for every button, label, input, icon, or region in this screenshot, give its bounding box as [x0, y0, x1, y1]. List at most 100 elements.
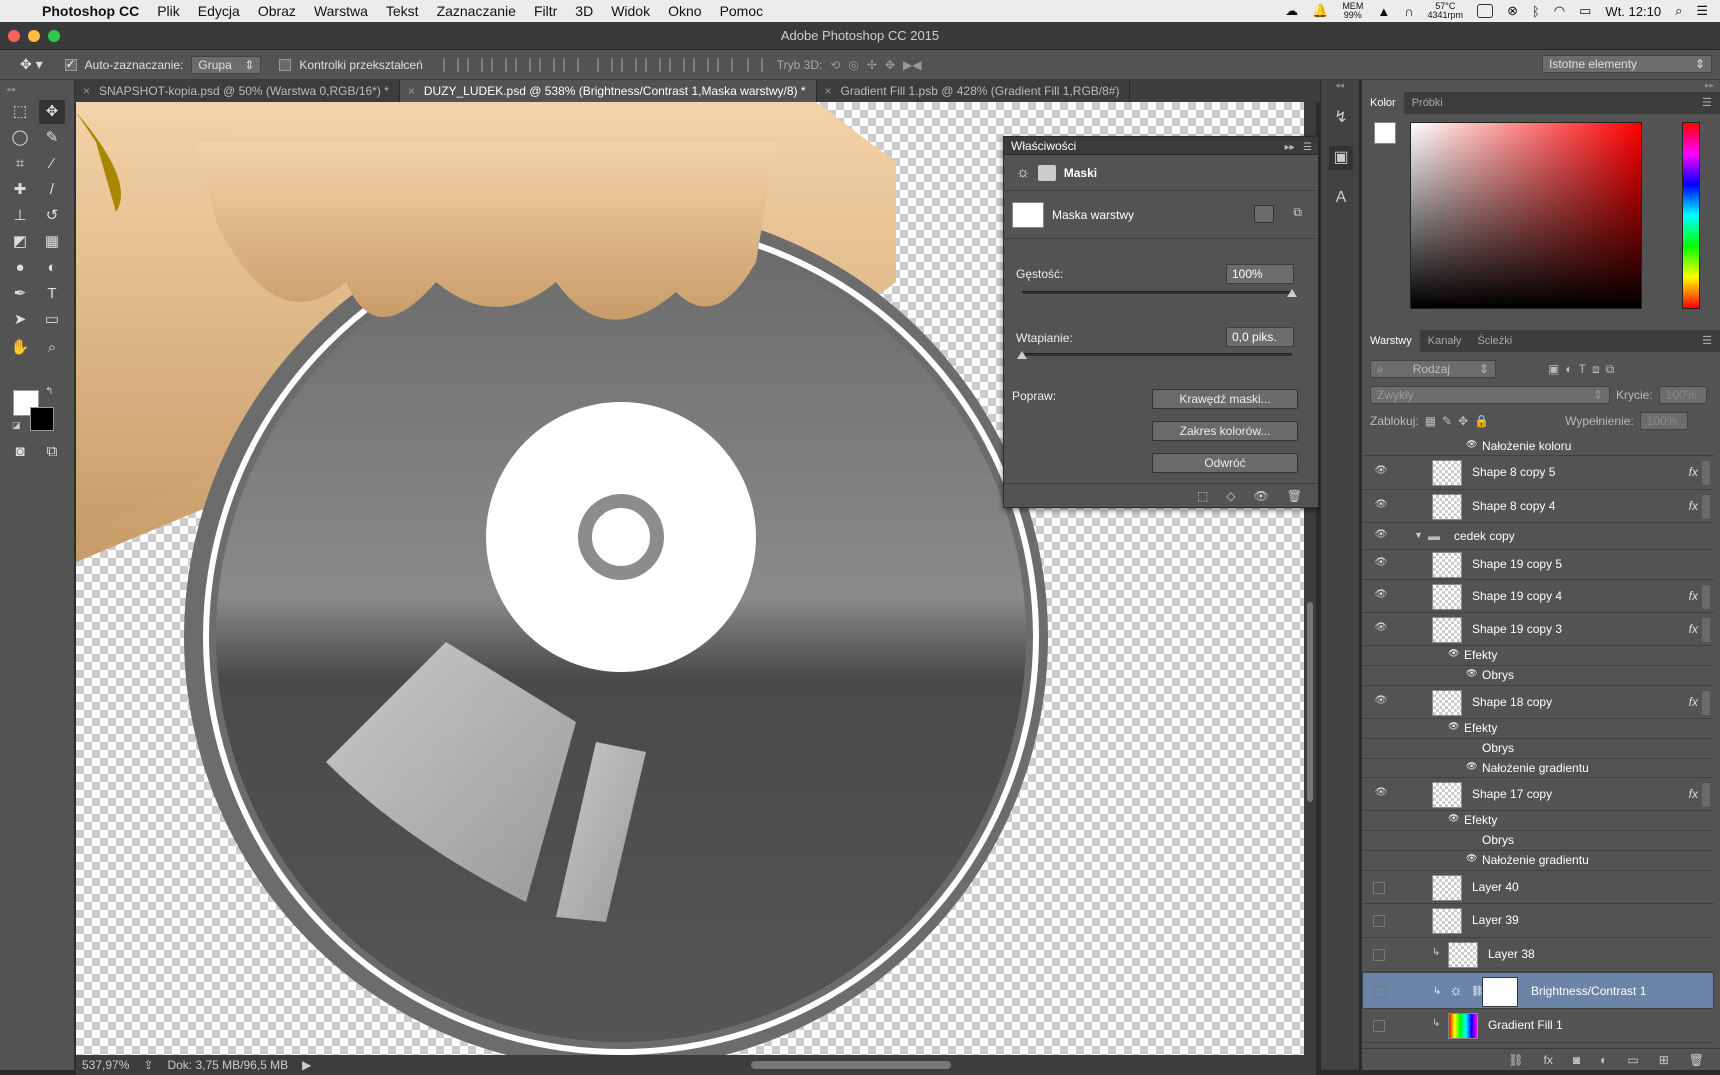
bluetooth-icon[interactable]: ᛒ	[1532, 4, 1540, 19]
history-panel-icon[interactable]: ↯	[1329, 106, 1353, 130]
eraser-tool-icon[interactable]: ◩	[7, 230, 33, 254]
vector-mask-icon[interactable]: ⧉	[1293, 205, 1302, 220]
layer-row[interactable]: 👁 Shape 8 copy 4 fx	[1362, 490, 1714, 523]
mask-icon[interactable]	[1037, 164, 1056, 181]
visibility-eye-icon[interactable]: 👁	[1374, 499, 1388, 510]
layer-row[interactable]: 👁 Shape 19 copy 3 fx	[1362, 613, 1714, 646]
new-group-icon[interactable]: ▭	[1627, 1053, 1638, 1067]
collapse-right-panels-icon[interactable]: ▸▸	[1705, 80, 1714, 91]
layer-effect-row[interactable]: 👁 Efekty	[1362, 646, 1714, 666]
quick-mask-icon[interactable]: ◙	[7, 440, 33, 464]
color-spectrum-field[interactable]	[1410, 122, 1642, 309]
layer-row[interactable]: ↳ ☼ ⛓ Brightness/Contrast 1	[1362, 972, 1714, 1009]
minimize-window-button[interactable]	[28, 30, 40, 42]
eyedropper-tool-icon[interactable]: ⁄	[39, 152, 65, 176]
layer-row[interactable]: ↳ Layer 38	[1362, 938, 1714, 972]
distribute-right-icon[interactable]	[716, 57, 733, 72]
lasso-tool-icon[interactable]: ◯	[7, 126, 33, 150]
time-machine-icon[interactable]: ⊗	[1507, 3, 1518, 19]
expand-effects-toggle[interactable]	[1702, 617, 1710, 642]
expand-effects-toggle[interactable]	[1702, 782, 1710, 807]
layer-row[interactable]: 👁 Shape 19 copy 5	[1362, 550, 1714, 580]
lock-all-icon[interactable]: 🔒	[1474, 414, 1489, 428]
visibility-eye-icon[interactable]: 👁	[1374, 465, 1388, 476]
adjustment-sun-icon[interactable]: ☼	[1016, 164, 1030, 181]
memory-indicator[interactable]: MEM 99%	[1342, 2, 1363, 20]
mask-link-icon[interactable]: ⛓	[1471, 984, 1484, 999]
delete-layer-icon[interactable]: 🗑	[1689, 1053, 1704, 1067]
distribute-vcenter-icon[interactable]	[620, 57, 637, 72]
type-tool-icon[interactable]: T	[39, 282, 65, 306]
expand-effects-toggle[interactable]	[1702, 461, 1710, 485]
fill-input[interactable]: 100%	[1639, 412, 1688, 430]
default-colors-icon[interactable]: ◪	[12, 420, 21, 431]
align-bottom-icon[interactable]	[490, 57, 507, 72]
distribute-bottom-icon[interactable]	[644, 57, 661, 72]
tab-paths[interactable]: Ścieżki	[1469, 330, 1520, 352]
slide-3d-icon[interactable]: ✥	[885, 58, 895, 72]
foreground-color-chip[interactable]	[1374, 122, 1396, 144]
layer-fx-icon[interactable]: fx	[1689, 695, 1698, 709]
menu-type[interactable]: Tekst	[386, 3, 419, 19]
layer-fx-icon[interactable]: fx	[1689, 787, 1698, 801]
clock[interactable]: Wt. 12:10	[1605, 4, 1661, 19]
transform-controls-checkbox[interactable]	[279, 58, 292, 71]
expand-effects-toggle[interactable]	[1702, 584, 1710, 609]
layer-row[interactable]: Layer 39	[1362, 904, 1714, 938]
align-right-icon[interactable]	[562, 57, 579, 72]
battery-icon[interactable]: ▭	[1579, 3, 1591, 19]
visibility-eye-icon[interactable]: 👁	[1374, 622, 1388, 633]
layer-fx-icon[interactable]: fx	[1689, 589, 1698, 603]
lock-position-icon[interactable]: ✥	[1458, 414, 1468, 428]
tab-swatches[interactable]: Próbki	[1404, 92, 1451, 114]
add-mask-icon[interactable]: ◙	[1573, 1053, 1580, 1067]
load-selection-icon[interactable]: ⬚	[1197, 489, 1208, 503]
new-adjustment-icon[interactable]: ◐	[1600, 1053, 1607, 1067]
move-tool-icon[interactable]: ✥	[39, 100, 65, 124]
toggle-mask-visibility-icon[interactable]: 👁	[1254, 489, 1269, 503]
effect-eye-icon[interactable]: 👁	[1466, 439, 1477, 450]
lock-pixels-icon[interactable]: ✎	[1442, 414, 1452, 428]
distribute-hcenter-icon[interactable]	[692, 57, 709, 72]
visibility-eye-icon[interactable]: 👁	[1374, 529, 1388, 540]
layer-effect-row[interactable]: 👁 Obrys	[1362, 666, 1714, 686]
density-input[interactable]: 100%	[1226, 264, 1294, 284]
layer-mask-thumbnail[interactable]	[1482, 976, 1518, 1007]
delete-mask-icon[interactable]: 🗑	[1287, 489, 1302, 503]
menu-3d[interactable]: 3D	[575, 3, 593, 19]
visibility-eye-icon[interactable]: 👁	[1374, 589, 1388, 600]
effect-eye-icon[interactable]: 👁	[1466, 853, 1477, 864]
crop-tool-icon[interactable]: ⌗	[7, 152, 33, 176]
filter-adjustment-icon[interactable]: ◐	[1565, 362, 1572, 376]
filter-type-icon[interactable]: T	[1579, 362, 1586, 376]
visibility-eye-icon[interactable]: 👁	[1374, 557, 1388, 568]
share-icon[interactable]: ⇪	[143, 1058, 153, 1072]
layer-row[interactable]: Layer 40	[1362, 871, 1714, 904]
density-slider-thumb[interactable]	[1287, 289, 1297, 297]
tab-color[interactable]: Kolor	[1362, 92, 1404, 114]
effects-eye-icon[interactable]: 👁	[1448, 813, 1459, 824]
filter-pixel-icon[interactable]: ▣	[1548, 362, 1559, 376]
tab-snapshot[interactable]: × SNAPSHOT-kopia.psd @ 50% (Warstwa 0,RGB…	[75, 80, 400, 102]
layer-row[interactable]: 👁 Shape 19 copy 4 fx	[1362, 580, 1714, 613]
feather-input[interactable]: 0,0 piks.	[1226, 327, 1294, 347]
layer-row[interactable]: ↳ Gradient Fill 1	[1362, 1009, 1714, 1043]
blur-tool-icon[interactable]: ●	[7, 256, 33, 280]
layer-group-row[interactable]: 👁 ▼ ▬ cedek copy	[1362, 523, 1714, 550]
hue-slider[interactable]	[1682, 122, 1700, 309]
lock-transparency-icon[interactable]: ▦	[1425, 414, 1436, 428]
rectangle-tool-icon[interactable]: ▭	[39, 308, 65, 332]
collapse-panel-icon[interactable]: ◂◂	[6, 84, 15, 95]
visibility-toggle[interactable]	[1374, 985, 1386, 998]
menu-layer[interactable]: Warstwa	[314, 3, 368, 19]
layer-effect-row[interactable]: 👁 Nałożenie gradientu	[1362, 851, 1714, 871]
menu-image[interactable]: Obraz	[258, 3, 296, 19]
layer-fx-icon[interactable]: fx	[1689, 622, 1698, 636]
visibility-toggle[interactable]	[1373, 1020, 1385, 1032]
effects-eye-icon[interactable]: 👁	[1448, 721, 1459, 732]
wifi-icon[interactable]: ◠	[1554, 3, 1565, 19]
layer-filter-dropdown[interactable]: ⌕ Rodzaj ⇕	[1370, 360, 1496, 378]
expand-effects-toggle[interactable]	[1702, 494, 1710, 519]
menu-view[interactable]: Widok	[611, 3, 650, 19]
temp-fan-indicator[interactable]: 57°C 4341rpm	[1428, 2, 1464, 20]
